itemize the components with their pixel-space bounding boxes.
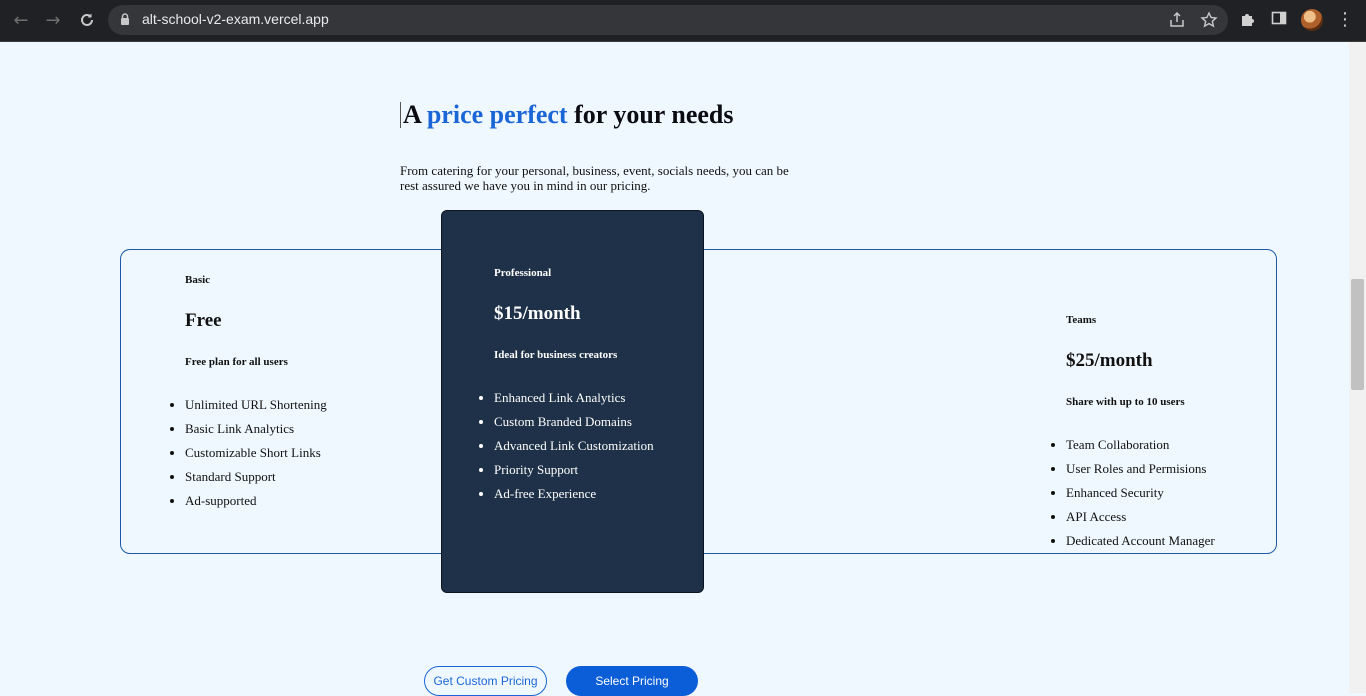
plan-teams-features: Team Collaboration User Roles and Permis… — [1050, 433, 1215, 553]
plan-basic-desc-wrap: Free plan for all users — [185, 356, 288, 368]
plan-description: Share with up to 10 users — [1066, 396, 1185, 408]
select-pricing-button[interactable]: Select Pricing — [566, 666, 698, 696]
lock-icon — [120, 13, 130, 31]
feature-item: User Roles and Permisions — [1066, 457, 1215, 481]
extensions-icon[interactable] — [1239, 10, 1259, 30]
browser-toolbar: ← → alt-school-v2-exam.vercel.app ⋮ — [0, 0, 1366, 42]
plan-name: Professional — [494, 267, 552, 279]
scrollbar-thumb[interactable] — [1351, 279, 1364, 390]
text-caret — [400, 102, 401, 128]
back-icon[interactable]: ← — [8, 8, 34, 32]
plan-basic-features: Unlimited URL Shortening Basic Link Anal… — [169, 393, 327, 513]
menu-icon[interactable]: ⋮ — [1336, 8, 1354, 32]
title-highlight: price perfect — [426, 100, 568, 129]
feature-item: API Access — [1066, 505, 1215, 529]
plan-basic-price-wrap: Free — [185, 310, 222, 332]
title-suffix: for your needs — [567, 100, 734, 129]
plan-professional-name-wrap: Professional — [494, 267, 551, 279]
feature-item: Customizable Short Links — [185, 441, 327, 465]
plan-name: Basic — [185, 274, 211, 286]
plan-price: Free — [185, 310, 222, 331]
feature-item: Enhanced Link Analytics — [494, 386, 654, 410]
forward-icon[interactable]: → — [40, 8, 66, 32]
sidepanel-icon[interactable] — [1271, 10, 1291, 30]
plan-price: $25/month — [1066, 350, 1153, 371]
plan-name: Teams — [1066, 314, 1097, 326]
plan-teams-price-wrap: $25/month — [1066, 350, 1153, 372]
feature-item: Advanced Link Customization — [494, 434, 654, 458]
plan-professional-price-wrap: $15/month — [494, 303, 581, 325]
plan-professional-desc-wrap: Ideal for business creators — [494, 349, 617, 361]
plan-teams-name-wrap: Teams — [1066, 314, 1096, 326]
address-bar[interactable]: alt-school-v2-exam.vercel.app — [108, 5, 1228, 35]
reload-icon[interactable] — [74, 8, 100, 32]
page-title: A price perfect for your needs — [400, 100, 733, 130]
plan-professional-features: Enhanced Link Analytics Custom Branded D… — [478, 386, 654, 506]
feature-item: Dedicated Account Manager — [1066, 529, 1215, 553]
feature-item: Standard Support — [185, 465, 327, 489]
plan-basic: Basic — [185, 274, 210, 286]
feature-item: Ad-supported — [185, 489, 327, 513]
feature-item: Team Collaboration — [1066, 433, 1215, 457]
title-prefix: A — [403, 100, 427, 129]
url-text[interactable]: alt-school-v2-exam.vercel.app — [142, 11, 329, 27]
avatar[interactable] — [1301, 9, 1323, 31]
share-icon[interactable] — [1168, 11, 1186, 29]
feature-item: Custom Branded Domains — [494, 410, 654, 434]
feature-item: Priority Support — [494, 458, 654, 482]
plan-price: $15/month — [494, 303, 581, 324]
plan-teams-desc-wrap: Share with up to 10 users — [1066, 396, 1185, 408]
plan-description: Ideal for business creators — [494, 349, 618, 361]
star-icon[interactable] — [1200, 11, 1218, 29]
intro-text: From catering for your personal, busines… — [400, 163, 789, 193]
feature-item: Unlimited URL Shortening — [185, 393, 327, 417]
feature-item: Basic Link Analytics — [185, 417, 327, 441]
get-custom-pricing-button[interactable]: Get Custom Pricing — [424, 666, 547, 696]
feature-item: Enhanced Security — [1066, 481, 1215, 505]
feature-item: Ad-free Experience — [494, 482, 654, 506]
plan-description: Free plan for all users — [185, 356, 288, 368]
